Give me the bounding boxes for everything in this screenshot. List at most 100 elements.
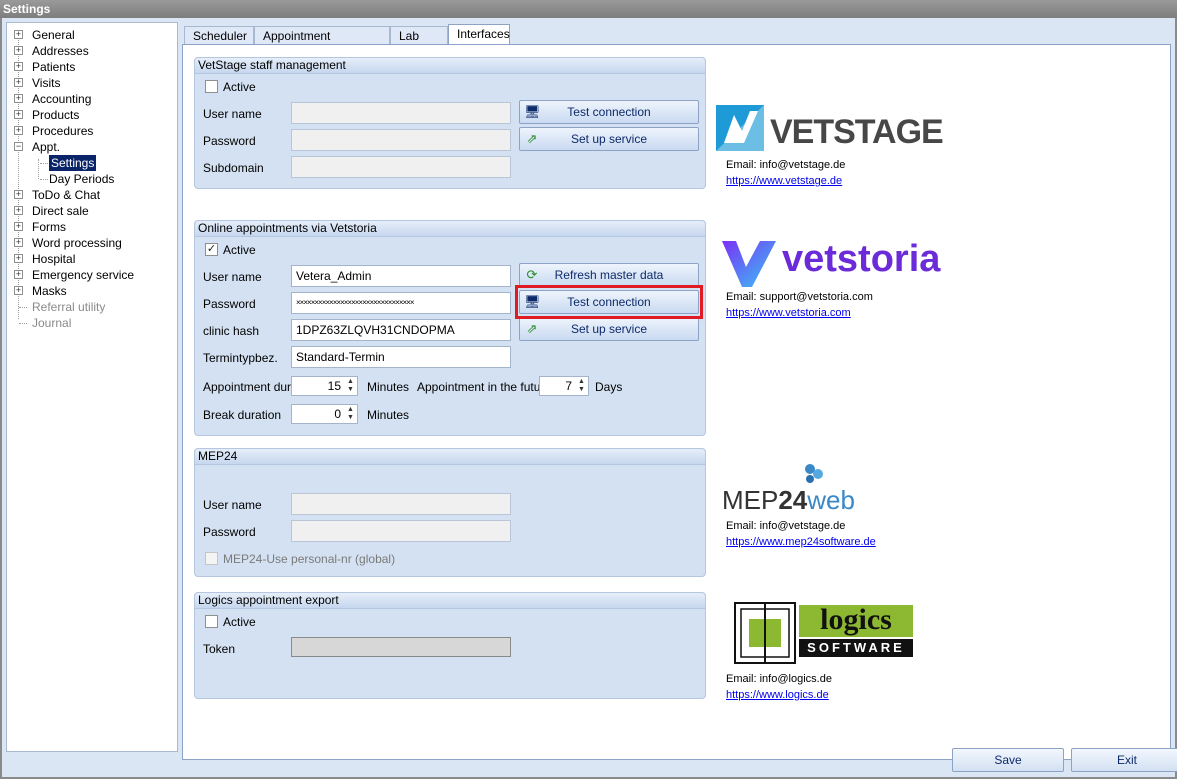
vetstoria-break-unit: Minutes — [367, 408, 410, 422]
mep24-logo-mark-icon — [805, 464, 823, 483]
mep24-personal-nr-checkbox — [205, 552, 218, 565]
save-button[interactable]: Save — [952, 748, 1064, 772]
settings-frame: + General + Addresses + Patients + Visits + A… — [0, 18, 1177, 779]
vetstoria-break-stepper[interactable]: 0 ▲ ▼ — [291, 404, 358, 424]
vetstoria-future-unit: Days — [595, 380, 623, 394]
vetstoria-username-label: User name — [203, 270, 262, 284]
window-title: Settings — [0, 0, 1177, 18]
tree-line — [19, 307, 27, 308]
vetstoria-duration-stepper[interactable]: 15 ▲ ▼ — [291, 376, 358, 396]
expand-icon[interactable]: + — [14, 190, 23, 199]
vetstoria-email: Email: support@vetstoria.com — [726, 291, 873, 303]
vetstoria-setup-service-button[interactable]: ⇗ Set up service — [519, 317, 699, 341]
expand-icon[interactable]: + — [14, 222, 23, 231]
vetstage-email: Email: info@vetstage.de — [726, 159, 846, 171]
vetstage-username-field[interactable] — [291, 102, 511, 124]
mep24-website-link[interactable]: https://www.mep24software.de — [726, 536, 876, 548]
vetstoria-termintyp-label: Termintypbez. — [203, 351, 278, 365]
logics-group: Logics appointment export Active Token — [194, 592, 706, 699]
vetstoria-group: Online appointments via Vetstoria ✓ Acti… — [194, 220, 706, 436]
mep24-password-field[interactable] — [291, 520, 511, 542]
expand-icon[interactable]: + — [14, 30, 23, 39]
vetstoria-website-link[interactable]: https://www.vetstoria.com — [726, 307, 851, 319]
logics-email: Email: info@logics.de — [726, 673, 832, 685]
spin-arrows-icon[interactable]: ▲ ▼ — [345, 406, 356, 422]
interfaces-panel: VetStage staff management Active User na… — [182, 44, 1171, 760]
vetstage-setup-service-button[interactable]: ⇗ Set up service — [519, 127, 699, 151]
vetstage-group: VetStage staff management Active User na… — [194, 57, 706, 189]
expand-icon[interactable]: + — [14, 126, 23, 135]
setup-arrow-icon: ⇗ — [526, 131, 538, 146]
vetstage-subdomain-field[interactable] — [291, 156, 511, 178]
vetstoria-logo: vetstoria — [716, 233, 966, 289]
logics-token-field[interactable] — [291, 637, 511, 657]
tab-interfaces[interactable]: Interfaces — [448, 24, 510, 46]
vetstage-website-link[interactable]: https://www.vetstage.de — [726, 175, 842, 187]
mep24-group: MEP24 User name Password MEP24-Use perso… — [194, 448, 706, 577]
logics-logo-text: logics — [799, 605, 913, 637]
vetstage-test-connection-button[interactable]: 🖥 Test connection — [519, 100, 699, 124]
mep24-username-field[interactable] — [291, 493, 511, 515]
tab-lab[interactable]: Lab Tab — [390, 26, 448, 61]
spin-arrows-icon[interactable]: ▲ ▼ — [576, 378, 587, 394]
vetstoria-refresh-master-data-button[interactable]: ⟳ Refresh master data — [519, 263, 699, 287]
expand-icon[interactable]: + — [14, 94, 23, 103]
exit-button[interactable]: Exit — [1071, 748, 1177, 772]
vetstoria-password-label: Password — [203, 297, 256, 311]
mep24-email: Email: info@vetstage.de — [726, 520, 846, 532]
expand-icon[interactable]: + — [14, 62, 23, 71]
vetstoria-termintyp-field[interactable]: Standard-Termin — [291, 346, 511, 368]
vetstage-contact: Email: info@vetstage.de https://www.vets… — [726, 157, 845, 189]
vetstage-logo: VETSTAGE — [716, 101, 944, 155]
expand-icon[interactable]: + — [14, 254, 23, 263]
vetstage-password-field[interactable] — [291, 129, 511, 151]
expand-icon[interactable]: + — [14, 46, 23, 55]
mep24-contact: Email: info@vetstage.de https://www.mep2… — [726, 518, 876, 550]
expand-icon[interactable]: + — [14, 286, 23, 295]
refresh-icon: ⟳ — [526, 267, 538, 282]
expand-icon[interactable]: + — [14, 110, 23, 119]
logics-active-checkbox[interactable] — [205, 615, 218, 628]
vetstage-logo-text: VETSTAGE — [770, 113, 944, 151]
tab-scheduler[interactable]: Scheduler — [184, 26, 254, 46]
logics-logo: logics SOFTWARE — [729, 595, 922, 673]
vetstoria-active-label: Active — [223, 243, 256, 257]
vetstage-active-label: Active — [223, 80, 256, 94]
vetstoria-username-field[interactable]: Vetera_Admin — [291, 265, 511, 287]
expand-icon[interactable]: + — [14, 206, 23, 215]
vetstoria-duration-unit: Minutes — [367, 380, 410, 394]
tree-line — [40, 179, 48, 180]
highlight-box — [515, 285, 703, 319]
logics-token-label: Token — [203, 642, 236, 656]
collapse-icon[interactable]: − — [14, 142, 23, 151]
setup-arrow-icon: ⇗ — [526, 321, 538, 336]
computer-icon: 🖥 — [524, 104, 541, 119]
vetstoria-clinic-hash-label: clinic hash — [203, 324, 260, 338]
logics-website-link[interactable]: https://www.logics.de — [726, 689, 829, 701]
group-title: VetStage staff management — [195, 58, 705, 74]
vetstoria-future-stepper[interactable]: 7 ▲ ▼ — [539, 376, 589, 396]
group-title: Online appointments via Vetstoria — [195, 221, 705, 237]
vetstoria-contact: Email: support@vetstoria.com https://www… — [726, 289, 873, 321]
spin-arrows-icon[interactable]: ▲ ▼ — [345, 378, 356, 394]
vetstoria-clinic-hash-field[interactable]: 1DPZ63ZLQVH31CNDOPMA — [291, 319, 511, 341]
vetstoria-break-label: Break duration — [203, 408, 282, 422]
tab-appointment-scheduling[interactable]: Appointment scheduling — [254, 26, 390, 61]
mep24-username-label: User name — [203, 498, 262, 512]
tree-line — [19, 323, 27, 324]
group-title: Logics appointment export — [195, 593, 705, 609]
expand-icon[interactable]: + — [14, 270, 23, 279]
logics-logo-mark-icon — [734, 602, 796, 664]
group-title: MEP24 — [195, 449, 705, 465]
mep24-personal-nr-label: MEP24-Use personal-nr (global) — [223, 552, 396, 566]
vetstoria-password-field[interactable]: ×××××××××××××××××××××××××××××××× — [291, 292, 511, 314]
vetstage-active-checkbox[interactable] — [205, 80, 218, 93]
vetstoria-active-checkbox[interactable]: ✓ — [205, 243, 218, 256]
expand-icon[interactable]: + — [14, 78, 23, 87]
logics-logo-subtext: SOFTWARE — [799, 639, 913, 657]
logics-contact: Email: info@logics.de https://www.logics… — [726, 671, 832, 703]
mep24-logo-text: MEP24web — [722, 485, 855, 515]
vetstoria-future-label: Appointment in the future — [417, 380, 552, 394]
vetstage-subdomain-label: Subdomain — [203, 161, 264, 175]
expand-icon[interactable]: + — [14, 238, 23, 247]
